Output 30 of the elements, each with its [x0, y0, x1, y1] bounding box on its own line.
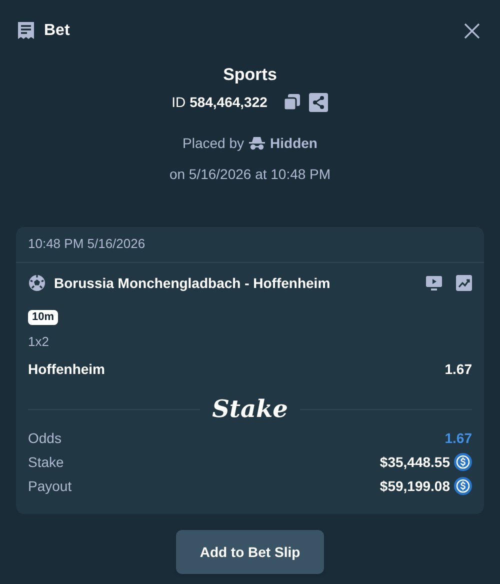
dialog-title: Bet: [44, 20, 70, 40]
selection-odds: 1.67: [444, 360, 472, 379]
amount-value: $59,199.08: [380, 476, 450, 496]
bet-category: Sports: [223, 64, 277, 86]
summary-label: Stake: [28, 452, 64, 472]
selection-name: Hoffenheim: [28, 360, 105, 379]
placed-by-label: Placed by: [182, 134, 244, 153]
event-name: Borussia Monchengladbach - Hoffenheim: [54, 274, 330, 293]
placed-date: on 5/16/2026 at 10:48 PM: [169, 164, 331, 184]
odds-value: 1.67: [444, 428, 472, 448]
live-stream-icon[interactable]: [426, 276, 442, 290]
bet-id: 584,464,322: [190, 92, 268, 112]
copy-icon[interactable]: [283, 93, 302, 111]
share-icon[interactable]: [309, 92, 328, 112]
bet-timestamp: 10:48 PM 5/16/2026: [28, 235, 146, 254]
soccer-ball-icon: [28, 274, 46, 292]
dollar-coin-icon: [454, 477, 472, 495]
placed-by-user: Hidden: [270, 134, 318, 152]
summary-label: Odds: [28, 428, 62, 448]
amount-value: $35,448.55: [380, 452, 450, 472]
stats-chart-icon[interactable]: [456, 275, 472, 291]
incognito-icon: [248, 136, 266, 150]
time-badge: 10m: [28, 310, 58, 324]
add-to-bet-slip-button[interactable]: Add to Bet Slip: [176, 530, 324, 574]
summary-label: Payout: [28, 476, 72, 496]
bet-id-label: ID: [172, 92, 186, 112]
receipt-icon: [16, 20, 36, 40]
market-name: 1x2: [28, 332, 50, 350]
dollar-coin-icon: [454, 453, 472, 471]
brand-logo: Stake: [212, 394, 288, 424]
